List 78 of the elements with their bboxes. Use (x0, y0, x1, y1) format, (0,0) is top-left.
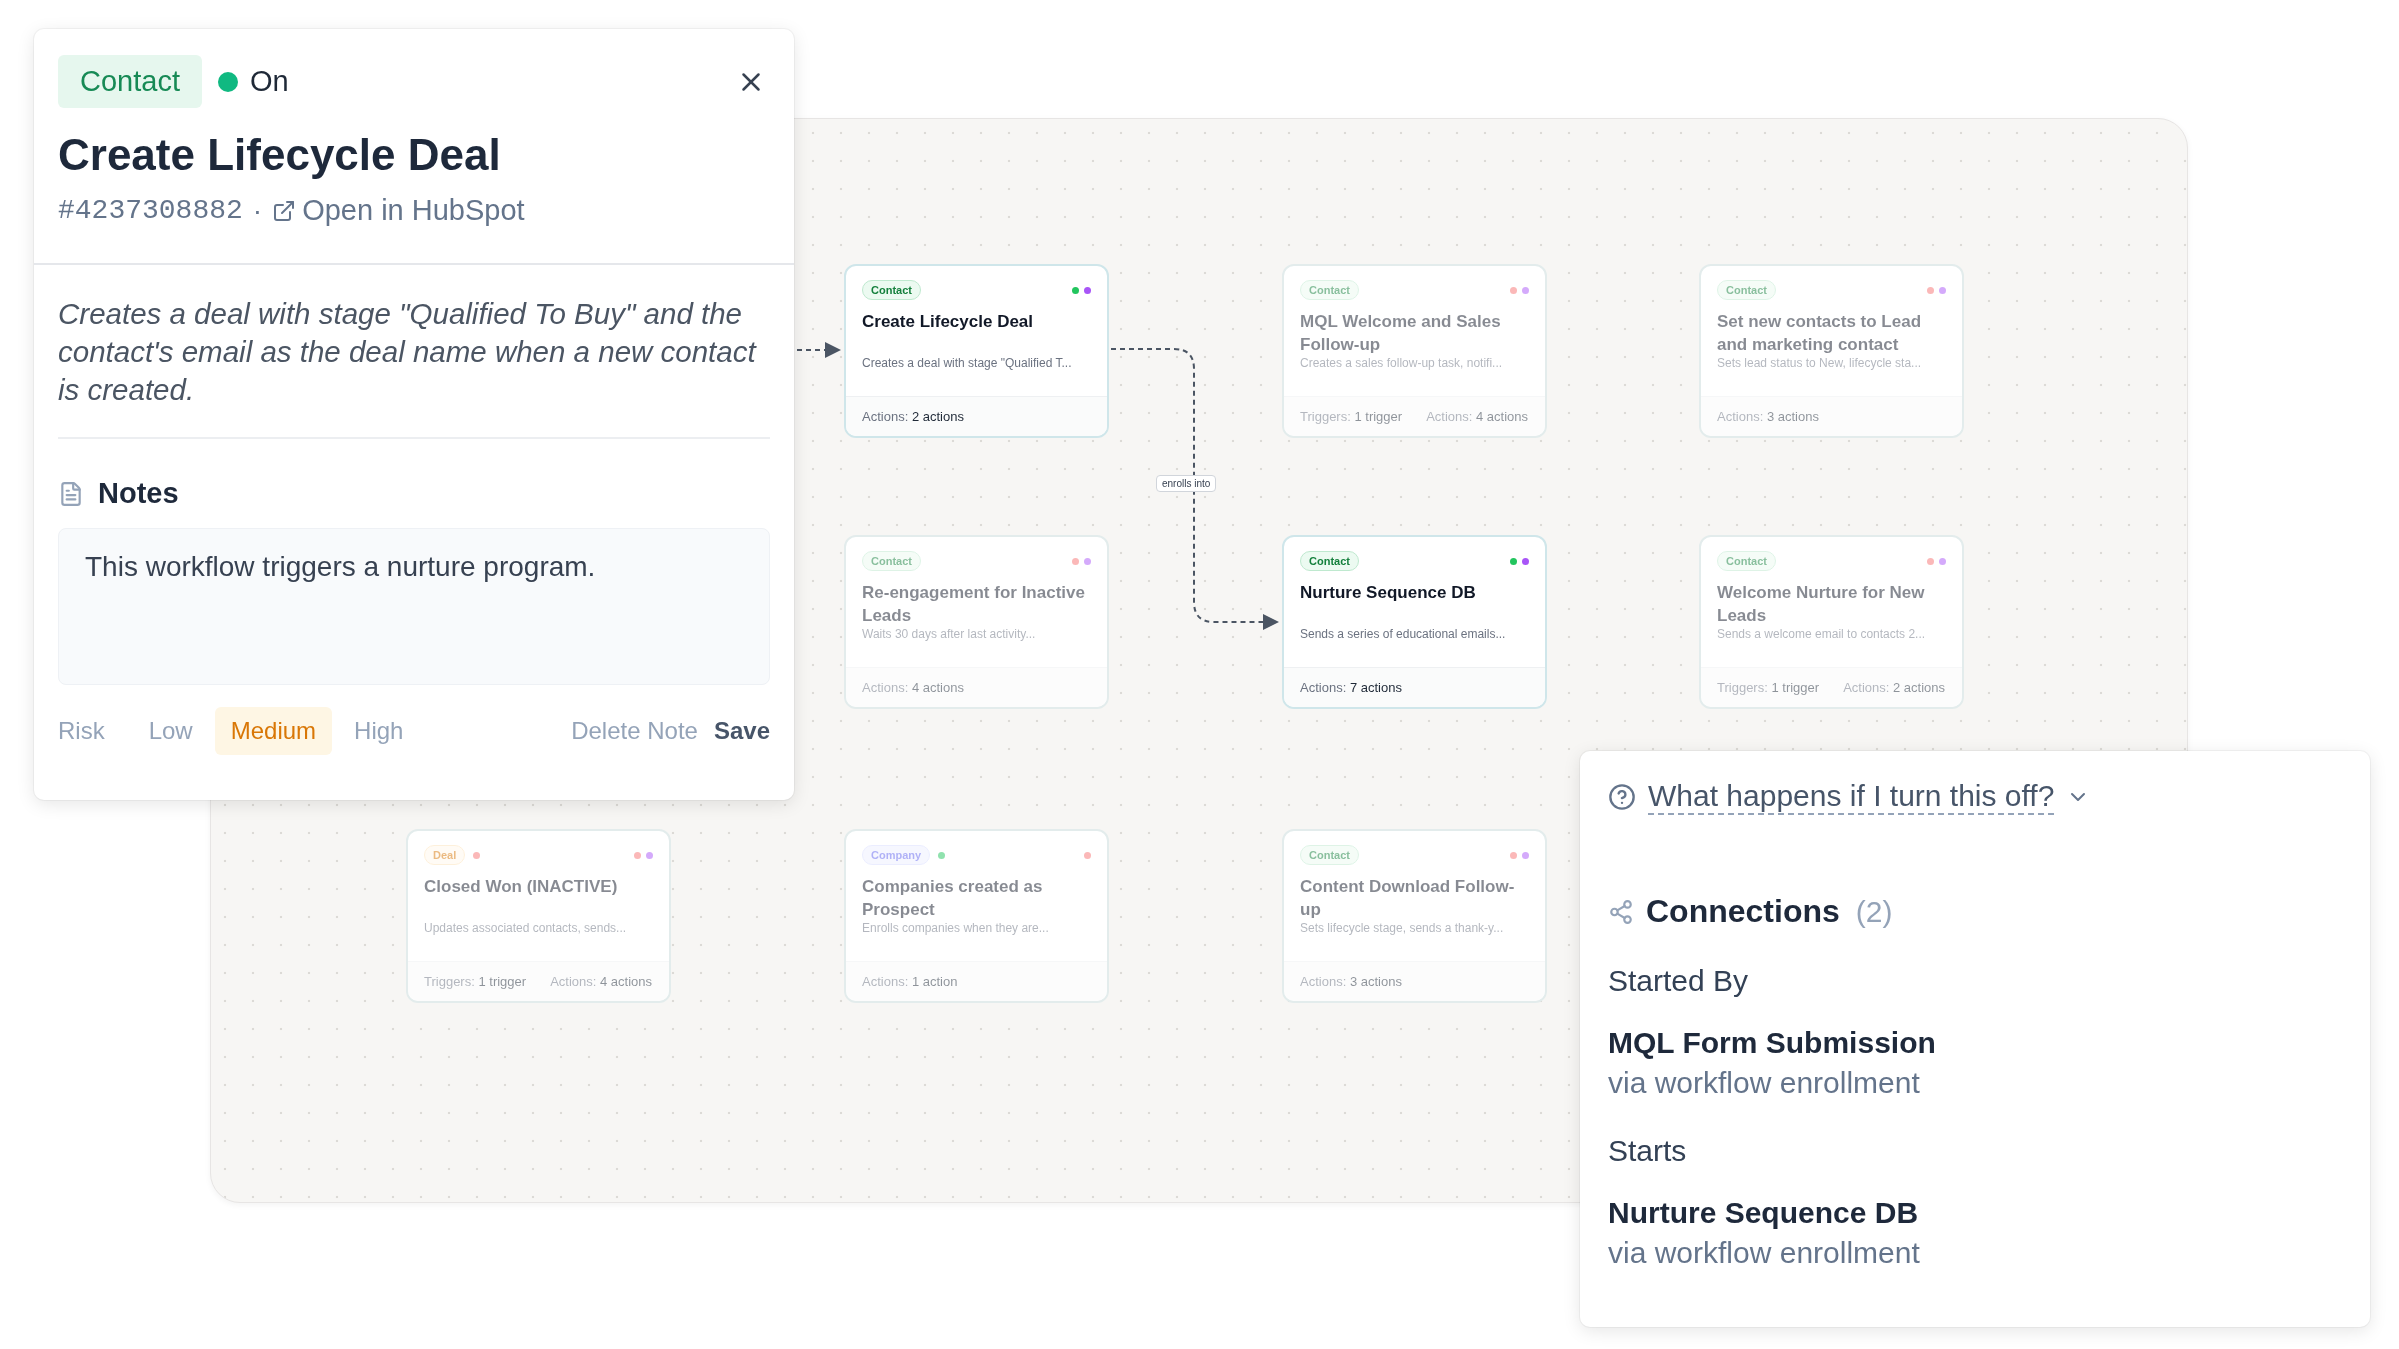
delete-button[interactable]: Delete Note (571, 717, 698, 745)
card-title: MQL Welcome and Sales Follow-up (1299, 311, 1502, 356)
object-tag: Contact (1300, 845, 1359, 865)
workflow-id: #4237308882 (58, 195, 243, 226)
card-description: Sends a welcome email to contacts 2... (1716, 627, 1927, 641)
card-title: Welcome Nurture for New Leads (1716, 582, 1926, 627)
object-tag: Deal (424, 845, 466, 865)
risk-option[interactable]: Low (132, 707, 209, 755)
object-tag: Contact (862, 551, 921, 571)
workflow-card[interactable]: Contact Create Lifecycle Deal Creates a deal with stage "Qualified T... Actions: 2 actions (844, 264, 1109, 438)
risk-option[interactable]: High (338, 707, 420, 755)
card-stat: Actions: 4 actions (550, 974, 653, 989)
connections-heading: Connections (1646, 893, 1840, 930)
card-title: Content Download Follow-up (1299, 876, 1516, 921)
connection-via: via workflow enrollment (1608, 1236, 1921, 1270)
object-tag: Contact (1717, 551, 1776, 571)
card-title: Create Lifecycle Deal (861, 311, 1035, 333)
card-stat: Triggers: 1 trigger (1717, 680, 1820, 695)
group-heading: Started By (1608, 964, 1750, 998)
workflow-description: Creates a deal with stage "Qualified To Buy" and the contact's email as the deal name when a new contact is created. (58, 295, 770, 439)
object-tag: Company (862, 845, 931, 865)
workflow-card[interactable]: Contact Welcome Nurture for New Leads Sends a welcome email to contacts 2... Triggers: 1 trigger Actions: 2 actions (1699, 535, 1964, 709)
card-title: Companies created as Prospect (861, 876, 1044, 921)
card-title: Nurture Sequence DB (1299, 582, 1477, 604)
object-tag: Contact (58, 55, 202, 108)
workflow-title: Create Lifecycle Deal (58, 130, 502, 180)
document-icon (58, 480, 84, 507)
card-description: Waits 30 days after last activity... (861, 627, 1037, 641)
card-stat: Triggers: 1 trigger (424, 974, 527, 989)
card-stat: Actions: 7 actions (1300, 680, 1402, 695)
card-stat: Actions: 3 actions (1300, 974, 1402, 989)
risk-option[interactable]: Medium (214, 707, 333, 755)
card-stat: Actions: 3 actions (1717, 409, 1819, 424)
workflow-card[interactable]: Company Companies created as Prospect Enrolls companies when they are... Actions: 1 action (844, 829, 1109, 1003)
card-description: Creates a deal with stage "Qualified T... (861, 356, 1073, 370)
workflow-card[interactable]: Contact Content Download Follow-up Sets lifecycle stage, sends a thank-y... Actions: 3 actions (1282, 829, 1547, 1003)
notes-field[interactable]: This workflow triggers a nurture program. (58, 528, 770, 685)
card-title: Re-engagement for Inactive Leads (861, 582, 1086, 627)
card-stat: Actions: 4 actions (1426, 409, 1529, 424)
card-description: Updates associated contacts, sends... (423, 921, 628, 935)
share-icon (1608, 898, 1634, 925)
impact-link[interactable]: What happens if I turn this off? (1648, 779, 2055, 815)
card-stat: Triggers: 1 trigger (1300, 409, 1403, 424)
card-title: Closed Won (INACTIVE) (423, 876, 619, 898)
card-stat: Actions: 2 actions (862, 409, 964, 424)
workflow-card[interactable]: Contact Set new contacts to Lead and marketing contact Sets lead status to New, lifecycle sta... Actions: 3 actions (1699, 264, 1964, 438)
card-description: Sets lifecycle stage, sends a thank-y... (1299, 921, 1505, 935)
status-label: On (249, 65, 289, 98)
object-tag: Contact (862, 280, 921, 300)
card-description: Sets lead status to New, lifecycle sta... (1716, 356, 1923, 370)
workflow-card[interactable]: Contact Nurture Sequence DB Sends a series of educational emails... Actions: 7 actions (1282, 535, 1547, 709)
object-tag: Contact (1300, 280, 1359, 300)
workflow-card[interactable]: Deal Closed Won (INACTIVE) Updates associated contacts, sends... Triggers: 1 trigger Actions: 4 actions (406, 829, 671, 1003)
connection-via: via workflow enrollment (1608, 1066, 1921, 1100)
save-button[interactable]: Save (713, 717, 770, 745)
workflow-card[interactable]: Contact Re-engagement for Inactive Leads Waits 30 days after last activity... Actions: 4 actions (844, 535, 1109, 709)
connection-name[interactable]: MQL Form Submission (1608, 1026, 2342, 1060)
open-link[interactable]: Open in HubSpot (272, 194, 525, 227)
help-icon (1608, 783, 1636, 811)
card-description: Sends a series of educational emails... (1299, 627, 1507, 641)
object-tag: Contact (1717, 280, 1776, 300)
card-description: Enrolls companies when they are... (861, 921, 1050, 935)
incoming-arrow (796, 342, 841, 358)
workflow-card[interactable]: Contact MQL Welcome and Sales Follow-up Creates a sales follow-up task, notifi... Triggers: 1 trigger Actions: 4 actions (1282, 264, 1547, 438)
card-stat: Actions: 1 action (862, 974, 958, 989)
object-tag: Contact (1300, 551, 1359, 571)
card-title: Set new contacts to Lead and marketing contact (1716, 311, 1923, 356)
card-stat: Actions: 4 actions (862, 680, 964, 695)
group-heading: Starts (1608, 1134, 1688, 1168)
notes-heading: Notes (98, 477, 179, 510)
separator: · (252, 194, 263, 227)
connector-label: enrolls into (1156, 475, 1217, 492)
connections-count: (2) (1855, 894, 1893, 929)
risk-label: Risk (58, 717, 105, 745)
external-link-icon[interactable] (272, 198, 297, 223)
card-stat: Actions: 2 actions (1843, 680, 1946, 695)
card-description: Creates a sales follow-up task, notifi... (1299, 356, 1504, 370)
connection-name[interactable]: Nurture Sequence DB (1608, 1196, 2342, 1230)
